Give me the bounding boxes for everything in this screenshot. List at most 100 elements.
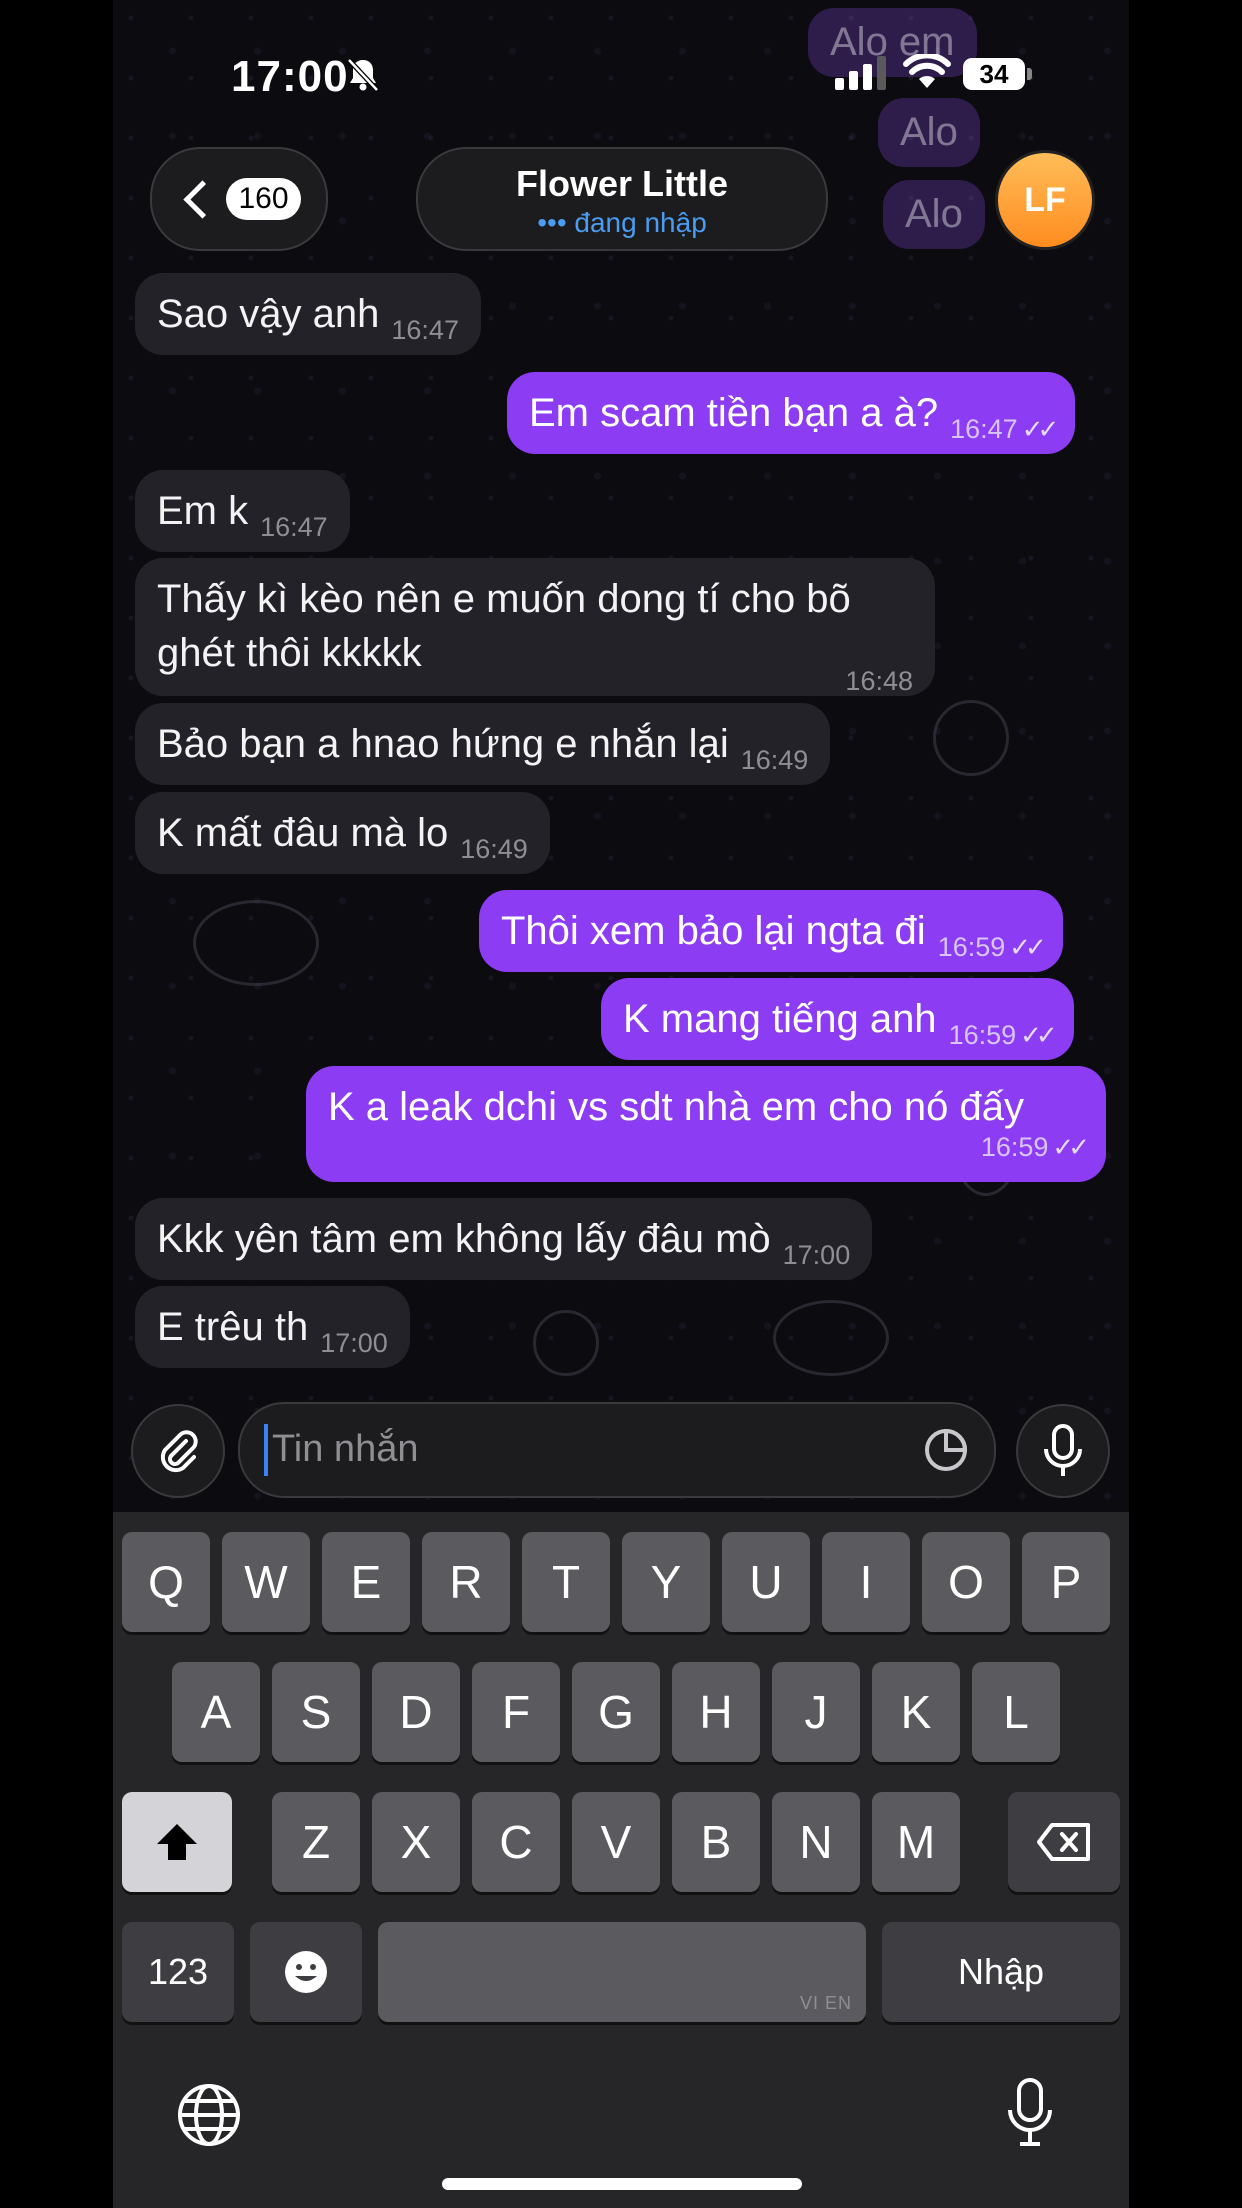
text-caret [264,1424,268,1476]
emoji-key[interactable] [250,1922,362,2022]
message-text: Kkk yên tâm em không lấy đâu mò [157,1217,771,1261]
background-doodle [773,1300,889,1376]
message-text: Sao vậy anh [157,292,380,336]
message-bubble-outgoing[interactable]: Em scam tiền bạn a à? 16:47 ✓✓ [507,372,1076,454]
read-ticks-icon: ✓✓ [1020,1020,1057,1050]
read-ticks-icon: ✓✓ [1052,1132,1089,1162]
key-w[interactable]: W [222,1532,310,1632]
message-text: E trêu th [157,1305,309,1349]
paperclip-icon [160,1430,198,1473]
background-doodle [933,700,1009,776]
message-time: 16:49 [740,745,809,775]
message-time: 16:59 [980,1132,1049,1162]
message-bubble-incoming[interactable]: E trêu th 17:00 [135,1286,410,1368]
message-text: Thôi xem bảo lại ngta đi [501,909,926,953]
key-k[interactable]: K [872,1662,960,1762]
key-f[interactable]: F [472,1662,560,1762]
message-time: 17:00 [320,1328,388,1358]
key-e[interactable]: E [322,1532,410,1632]
message-bubble-incoming[interactable]: Bảo bạn a hnao hứng e nhắn lại 16:49 [135,703,831,785]
key-v[interactable]: V [572,1792,660,1892]
sticker-icon[interactable] [922,1426,970,1474]
message-time-row: 16:59 ✓✓ [328,1128,1090,1162]
background-doodle [533,1310,599,1376]
avatar[interactable]: LF [995,150,1095,250]
globe-icon[interactable] [176,2082,242,2148]
status-time: 17:00 [231,52,349,101]
key-d[interactable]: D [372,1662,460,1762]
key-o[interactable]: O [922,1532,1010,1632]
chat-screen: Alo em Alo Alo 17:00 34 160 Flower Littl… [113,0,1129,2208]
unread-count-badge: 160 [226,178,301,220]
key-l[interactable]: L [972,1662,1060,1762]
key-q[interactable]: Q [122,1532,210,1632]
message-time: 16:47 [391,315,459,345]
return-key[interactable]: Nhập [882,1922,1120,2022]
message-bubble-outgoing[interactable]: Thôi xem bảo lại ngta đi 16:59 ✓✓ [479,890,1063,972]
home-indicator [442,2178,802,2190]
message-input[interactable]: Tin nhắn [238,1402,996,1498]
key-b[interactable]: B [672,1792,760,1892]
key-t[interactable]: T [522,1532,610,1632]
key-h[interactable]: H [672,1662,760,1762]
message-text: Em k [157,489,249,533]
message-text: Bảo bạn a hnao hứng e nhắn lại [157,722,729,766]
space-key[interactable]: VI EN [378,1922,866,2022]
attach-button[interactable] [131,1404,225,1498]
ghost-bubble: Alo [878,98,980,167]
chevron-left-icon [183,179,223,219]
message-time: 16:48 [845,666,913,696]
background-doodle [193,900,319,986]
back-button[interactable]: 160 [150,147,328,251]
message-text: K a leak dchi vs sdt nhà em cho nó đấy [328,1085,1024,1129]
key-g[interactable]: G [572,1662,660,1762]
message-bubble-incoming[interactable]: Thấy kì kèo nên e muốn dong tí cho bõ gh… [135,558,935,696]
message-time: 17:00 [782,1240,851,1270]
key-s[interactable]: S [272,1662,360,1762]
message-bubble-incoming[interactable]: Sao vậy anh 16:47 [135,273,481,355]
key-x[interactable]: X [372,1792,460,1892]
keyboard: Q W E R T Y U I O P A S D F G H J K L Z … [113,1512,1129,2208]
ghost-bubble: Alo em [808,8,977,77]
chat-title-pill[interactable]: Flower Little ••• đang nhập [416,147,828,251]
dictation-microphone-icon[interactable] [1006,2077,1054,2149]
message-bubble-outgoing[interactable]: K mang tiếng anh 16:59 ✓✓ [601,978,1074,1060]
key-z[interactable]: Z [272,1792,360,1892]
key-r[interactable]: R [422,1532,510,1632]
voice-message-button[interactable] [1016,1404,1110,1498]
typing-status: ••• đang nhập [537,207,707,238]
read-ticks-icon: ✓✓ [1009,932,1046,962]
key-m[interactable]: M [872,1792,960,1892]
message-bubble-incoming[interactable]: K mất đâu mà lo 16:49 [135,792,550,874]
key-u[interactable]: U [722,1532,810,1632]
wifi-icon [903,54,951,88]
battery-tip [1027,68,1032,80]
message-bubble-incoming[interactable]: Em k 16:47 [135,470,350,552]
key-i[interactable]: I [822,1532,910,1632]
shift-arrow-icon [157,1824,197,1860]
message-text: K mất đâu mà lo [157,811,449,855]
message-text: Em scam tiền bạn a à? [529,391,939,435]
key-p[interactable]: P [1022,1532,1110,1632]
message-bubble-outgoing[interactable]: K a leak dchi vs sdt nhà em cho nó đấy 1… [306,1066,1106,1182]
cellular-signal-icon [835,56,886,90]
key-a[interactable]: A [172,1662,260,1762]
backspace-key[interactable] [1008,1792,1120,1892]
key-j[interactable]: J [772,1662,860,1762]
language-indicator: VI EN [799,1993,852,2013]
key-n[interactable]: N [772,1792,860,1892]
message-time: 16:47 [950,414,1018,444]
chat-title: Flower Little [515,163,728,204]
message-time: 16:49 [460,834,528,864]
bell-muted-icon [347,58,379,92]
key-c[interactable]: C [472,1792,560,1892]
shift-key[interactable] [122,1792,232,1892]
message-time: 16:59 [937,932,1006,962]
message-input-placeholder: Tin nhắn [272,1428,419,1470]
message-text: Thấy kì kèo nên e muốn dong tí cho bõ gh… [157,577,851,675]
message-bubble-incoming[interactable]: Kkk yên tâm em không lấy đâu mò 17:00 [135,1198,873,1280]
numbers-key[interactable]: 123 [122,1922,234,2022]
microphone-icon [1044,1424,1082,1476]
message-text: K mang tiếng anh [623,997,937,1041]
key-y[interactable]: Y [622,1532,710,1632]
